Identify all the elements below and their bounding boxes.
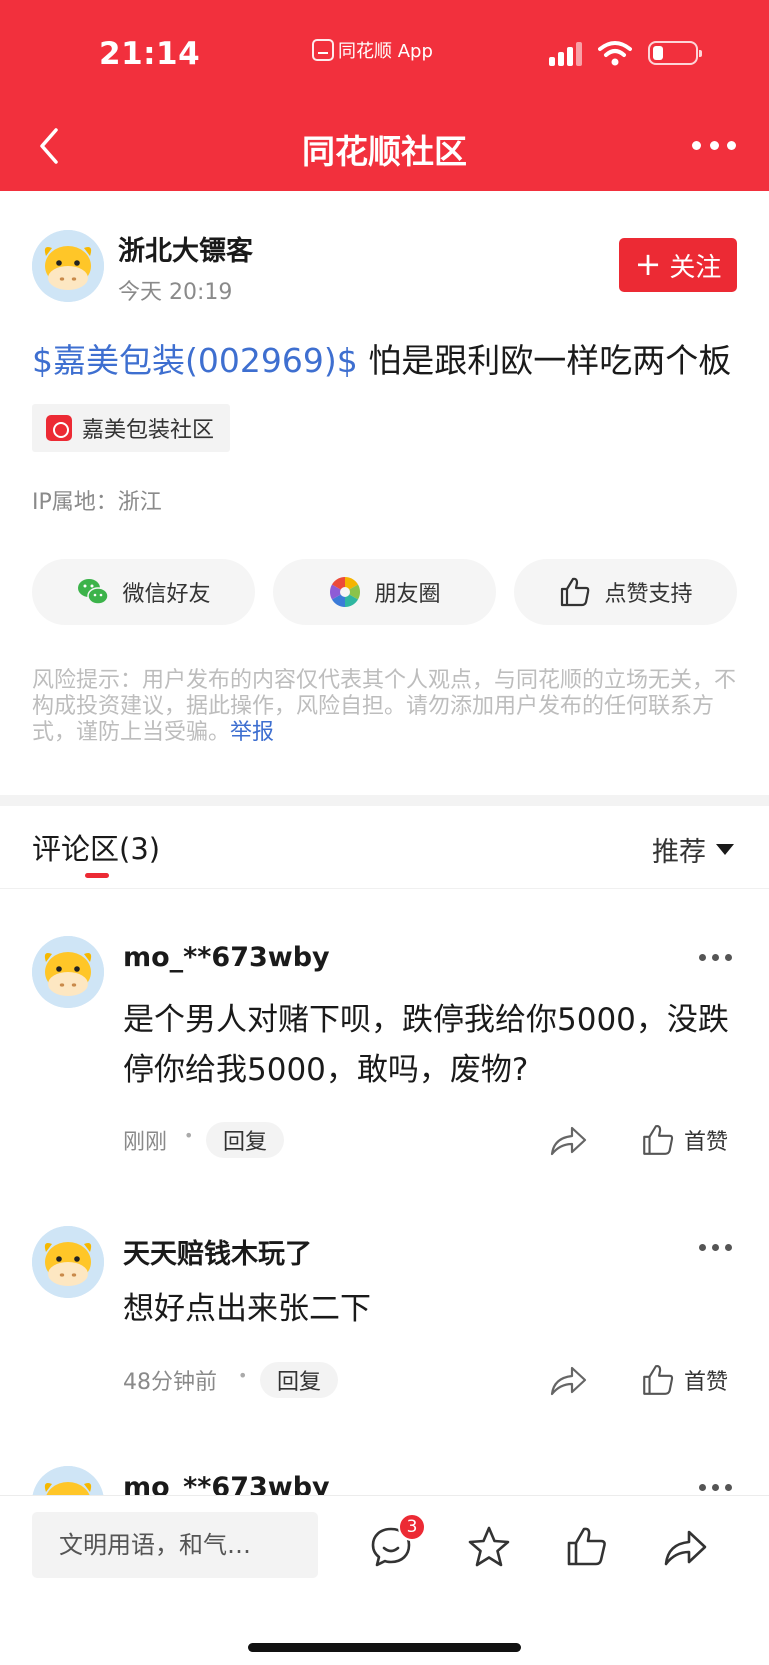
like-support-label: 点赞支持	[604, 582, 693, 607]
status-time: 21:14	[99, 36, 201, 72]
share-moments-label: 朋友圈	[374, 582, 441, 607]
comment-text: 是个男人对赌下呗，跌停我给你5000，没跌停你给我5000，敢吗，废物?	[123, 1002, 729, 1088]
bottom-bar: 3	[0, 1495, 769, 1665]
community-tag-label: 嘉美包装社区	[82, 418, 215, 443]
comment-time: 48分钟前	[123, 1370, 217, 1395]
thumbs-up-icon	[643, 1365, 674, 1395]
comment-author[interactable]: 天天赔钱木玩了	[123, 1232, 312, 1271]
comment-more-icon[interactable]	[699, 1484, 732, 1494]
thumbs-up-icon[interactable]	[564, 1524, 610, 1570]
comment-avatar[interactable]	[32, 1226, 104, 1298]
cow-avatar-icon	[32, 936, 104, 1008]
star-icon[interactable]	[466, 1524, 512, 1570]
wechat-icon	[78, 579, 110, 605]
separator-dot: •	[184, 1126, 194, 1145]
author-name[interactable]: 浙北大镖客	[118, 229, 253, 268]
post-time: 今天 20:19	[118, 280, 233, 305]
share-row: 微信好友 朋友圈 点赞支持	[32, 559, 737, 625]
post-content: $嘉美包装(002969)$ 怕是跟利欧一样吃两个板	[32, 334, 731, 382]
comment-author[interactable]: mo_**673wby	[123, 942, 330, 973]
app-logo-icon	[312, 39, 334, 61]
comment-time: 刚刚	[123, 1130, 168, 1155]
sort-label: 推荐	[652, 837, 706, 868]
dropdown-triangle-icon	[716, 844, 734, 855]
share-icon[interactable]	[548, 1360, 588, 1400]
community-logo-icon	[46, 415, 72, 441]
comment-like-label: 首赞	[684, 1370, 729, 1395]
comment-like-label: 首赞	[684, 1130, 729, 1155]
comment-text: 想好点出来张二下	[123, 1291, 371, 1327]
share-moments-button[interactable]: 朋友圈	[273, 559, 496, 625]
moments-icon	[330, 577, 361, 607]
author-avatar[interactable]	[32, 230, 104, 302]
follow-label: 关注	[669, 252, 722, 283]
status-app-label: 同花顺 App	[312, 37, 433, 63]
app-header: 21:14 同花顺 App 同花顺社区	[0, 0, 769, 191]
signal-icon	[549, 40, 582, 66]
status-icons	[549, 40, 702, 66]
comment-avatar[interactable]	[32, 936, 104, 1008]
post-text: 怕是跟利欧一样吃两个板	[357, 341, 732, 380]
community-tag[interactable]: 嘉美包装社区	[32, 404, 231, 452]
share-icon[interactable]	[662, 1524, 708, 1570]
risk-tip-text: 风险提示：用户发布的内容仅代表其个人观点，与同花顺的立场无关，不构成投资建议，据…	[32, 668, 737, 745]
sort-dropdown[interactable]: 推荐	[652, 830, 734, 869]
like-support-button[interactable]: 点赞支持	[514, 559, 737, 625]
share-icon[interactable]	[548, 1120, 588, 1160]
battery-icon	[648, 41, 702, 65]
share-wechat-label: 微信好友	[122, 582, 211, 607]
thumbs-up-icon	[561, 577, 590, 607]
plus-icon: +	[634, 244, 662, 283]
report-link[interactable]: 举报	[230, 720, 274, 745]
risk-tip: 风险提示：用户发布的内容仅代表其个人观点，与同花顺的立场无关，不构成投资建议，据…	[32, 668, 738, 746]
comments-title[interactable]: 评论区(3)	[32, 826, 160, 868]
comments-tab-indicator	[85, 873, 109, 878]
share-wechat-button[interactable]: 微信好友	[32, 559, 255, 625]
wifi-icon	[598, 41, 632, 66]
comment-like-button[interactable]: 首赞	[640, 1362, 728, 1398]
reply-button[interactable]: 回复	[260, 1362, 339, 1398]
comment-like-button[interactable]: 首赞	[640, 1122, 728, 1158]
reply-button[interactable]: 回复	[206, 1122, 285, 1158]
separator-dot: •	[238, 1366, 248, 1385]
comment-input[interactable]	[32, 1512, 318, 1578]
comment-more-icon[interactable]	[699, 954, 732, 964]
home-indicator	[248, 1643, 521, 1652]
cow-avatar-icon	[32, 1226, 104, 1298]
status-app-text: 同花顺 App	[338, 41, 433, 62]
comments-separator	[0, 888, 769, 889]
comment-more-icon[interactable]	[699, 1244, 732, 1254]
page-title: 同花顺社区	[302, 132, 467, 171]
stock-link[interactable]: $嘉美包装(002969)$	[32, 341, 358, 380]
comment-count-badge: 3	[398, 1513, 426, 1541]
cow-avatar-icon	[32, 230, 104, 302]
more-dots-icon[interactable]	[692, 130, 736, 160]
section-divider	[0, 795, 769, 806]
ip-location: IP属地：浙江	[32, 490, 162, 515]
thumbs-up-icon	[643, 1125, 674, 1155]
follow-button[interactable]: + 关注	[619, 238, 737, 292]
